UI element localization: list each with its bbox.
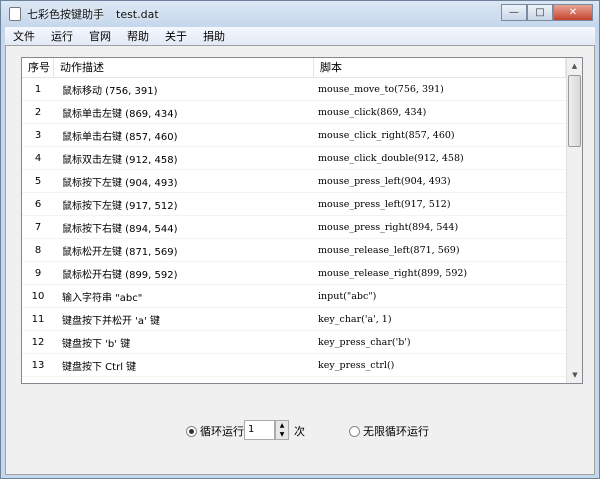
menu-file[interactable]: 文件 (5, 28, 43, 44)
row-description: 键盘按下 'b' 键 (62, 338, 131, 350)
row-script: mouse_press_right(894, 544) (318, 221, 459, 233)
row-description: 鼠标单击右键 (857, 460) (62, 131, 178, 143)
table-row[interactable]: 6 鼠标按下左键 (917, 512) mouse_press_left(917, … (22, 193, 582, 216)
client-area: 序号 动作描述 脚本 1 鼠标移动 (756, 391) mouse_move_to… (5, 45, 595, 475)
menu-bar: 文件 运行 官网 帮助 关于 捐助 (5, 27, 595, 45)
row-script: mouse_press_left(917, 512) (318, 198, 451, 210)
table-row[interactable]: 4 鼠标双击左键 (912, 458) mouse_click_double(912… (22, 147, 582, 170)
infinite-loop-label: 无限循环运行 (363, 425, 429, 438)
row-index: 12 (31, 336, 45, 348)
menu-help[interactable]: 帮助 (119, 28, 157, 44)
action-list[interactable]: 序号 动作描述 脚本 1 鼠标移动 (756, 391) mouse_move_to… (21, 57, 583, 384)
row-script: mouse_click_right(857, 460) (318, 129, 455, 141)
header-index[interactable]: 序号 (22, 58, 54, 77)
row-description: 鼠标移动 (756, 391) (62, 85, 158, 97)
table-row[interactable]: 2 鼠标单击左键 (869, 434) mouse_click(869, 434) (22, 101, 582, 124)
window-title: 七彩色按键助手 test.dat (27, 6, 159, 22)
row-description: 输入字符串 "abc" (62, 292, 143, 304)
row-script: key_char('a', 1) (318, 313, 392, 325)
header-description[interactable]: 动作描述 (54, 58, 314, 77)
table-row[interactable]: 3 鼠标单击右键 (857, 460) mouse_click_right(857,… (22, 124, 582, 147)
row-index: 11 (31, 313, 45, 325)
row-description: 鼠标双击左键 (912, 458) (62, 154, 178, 166)
row-script: mouse_click(869, 434) (318, 106, 427, 118)
app-icon (9, 7, 21, 21)
row-script: mouse_click_double(912, 458) (318, 152, 464, 164)
row-script: mouse_press_left(904, 493) (318, 175, 451, 187)
row-script: input("abc") (318, 290, 377, 302)
row-script: mouse_release_right(899, 592) (318, 267, 468, 279)
row-index: 3 (34, 129, 42, 141)
scroll-up-icon[interactable]: ▲ (567, 58, 582, 74)
row-script: mouse_release_left(871, 569) (318, 244, 460, 256)
file-name: test.dat (116, 8, 159, 21)
row-index: 2 (34, 106, 42, 118)
row-description: 鼠标松开右键 (899, 592) (62, 269, 178, 281)
table-row[interactable]: 5 鼠标按下左键 (904, 493) mouse_press_left(904, … (22, 170, 582, 193)
loop-count-input[interactable]: 1 (244, 420, 275, 440)
row-index: 1 (34, 83, 42, 95)
close-button[interactable]: ✕ (553, 4, 593, 21)
infinite-loop-radio[interactable]: 无限循环运行 (349, 423, 429, 439)
table-row[interactable]: 11 键盘按下并松开 'a' 键 key_char('a', 1) (22, 308, 582, 331)
menu-about[interactable]: 关于 (157, 28, 195, 44)
row-description: 鼠标按下左键 (904, 493) (62, 177, 178, 189)
row-description: 鼠标按下左键 (917, 512) (62, 200, 178, 212)
loop-run-label: 循环运行 (200, 425, 244, 438)
row-index: 7 (34, 221, 42, 233)
row-index: 8 (34, 244, 42, 256)
row-description: 键盘按下并松开 'a' 键 (62, 315, 160, 327)
menu-run[interactable]: 运行 (43, 28, 81, 44)
table-row[interactable]: 9 鼠标松开右键 (899, 592) mouse_release_right(89… (22, 262, 582, 285)
table-row[interactable]: 8 鼠标松开左键 (871, 569) mouse_release_left(871… (22, 239, 582, 262)
minimize-button[interactable]: — (501, 4, 527, 21)
list-header: 序号 动作描述 脚本 (22, 58, 582, 78)
row-index: 6 (34, 198, 42, 210)
radio-checked-icon (186, 425, 197, 437)
row-script: key_press_char('b') (318, 336, 411, 348)
row-index: 9 (34, 267, 42, 279)
vertical-scrollbar[interactable]: ▲ ▼ (566, 58, 582, 383)
scroll-thumb[interactable] (568, 75, 581, 147)
title-bar: 七彩色按键助手 test.dat — □ ✕ (1, 1, 599, 27)
row-index: 13 (31, 359, 45, 371)
row-description: 键盘按下 Ctrl 键 (62, 361, 137, 373)
main-window: 七彩色按键助手 test.dat — □ ✕ 文件 运行 官网 帮助 关于 捐助 … (0, 0, 600, 479)
table-row[interactable]: 7 鼠标按下右键 (894, 544) mouse_press_right(894,… (22, 216, 582, 239)
table-row[interactable]: 12 键盘按下 'b' 键 key_press_char('b') (22, 331, 582, 354)
row-index: 10 (31, 290, 45, 302)
table-row[interactable]: 13 键盘按下 Ctrl 键 key_press_ctrl() (22, 354, 582, 377)
maximize-button[interactable]: □ (527, 4, 553, 21)
row-description: 鼠标松开左键 (871, 569) (62, 246, 178, 258)
row-description: 鼠标按下右键 (894, 544) (62, 223, 178, 235)
table-row[interactable]: 1 鼠标移动 (756, 391) mouse_move_to(756, 391) (22, 78, 582, 101)
row-script: mouse_move_to(756, 391) (318, 83, 444, 95)
row-index: 5 (34, 175, 42, 187)
table-row[interactable]: 10 输入字符串 "abc" input("abc") (22, 285, 582, 308)
loop-run-radio[interactable]: 循环运行 (186, 423, 244, 439)
times-label: 次 (294, 425, 305, 438)
radio-unchecked-icon (349, 425, 360, 437)
loop-count-spinner[interactable]: ▲ ▼ (275, 420, 289, 440)
row-description: 鼠标单击左键 (869, 434) (62, 108, 178, 120)
header-script[interactable]: 脚本 (314, 58, 566, 77)
scroll-down-icon[interactable]: ▼ (567, 367, 582, 383)
row-index: 4 (34, 152, 42, 164)
row-script: key_press_ctrl() (318, 359, 395, 371)
menu-donate[interactable]: 捐助 (195, 28, 233, 44)
app-title: 七彩色按键助手 (27, 8, 104, 21)
menu-website[interactable]: 官网 (81, 28, 119, 44)
